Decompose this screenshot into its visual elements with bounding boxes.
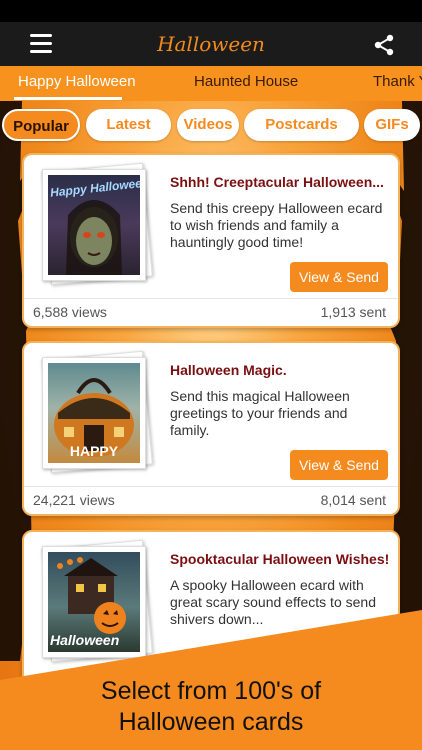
thumb-caption: Halloween bbox=[50, 632, 120, 648]
tab-happy-halloween[interactable]: Happy Halloween bbox=[18, 66, 136, 101]
promo-text: Select from 100's of Halloween cards bbox=[0, 676, 422, 738]
card-title[interactable]: Spooktacular Halloween Wishes! bbox=[170, 551, 394, 567]
filter-pills: Popular Latest Videos Postcards GIFs bbox=[0, 107, 422, 147]
filter-videos[interactable]: Videos bbox=[177, 109, 239, 141]
category-tabs: Happy Halloween Haunted House Thank Y bbox=[0, 66, 422, 101]
card-thumbnail[interactable]: HAPPY bbox=[41, 350, 153, 474]
tab-haunted-house[interactable]: Haunted House bbox=[194, 66, 298, 101]
card-thumbnail[interactable]: Happy Halloween bbox=[41, 162, 153, 286]
sent-count: 8,014 sent bbox=[320, 492, 386, 508]
promo-line-2: Halloween cards bbox=[118, 708, 304, 736]
share-icon[interactable] bbox=[372, 33, 396, 57]
card-description: Send this creepy Halloween ecard to wish… bbox=[170, 200, 383, 250]
ecard-card[interactable]: HAPPY Halloween Magic. Send this magical… bbox=[22, 341, 400, 516]
hamburger-menu-icon[interactable] bbox=[30, 34, 52, 54]
card-thumbnail[interactable]: Halloween bbox=[41, 539, 153, 663]
views-count: 24,221 views bbox=[33, 492, 115, 508]
view-and-send-button[interactable]: View & Send bbox=[290, 450, 388, 480]
card-description: A spooky Halloween ecard with great scar… bbox=[170, 577, 376, 627]
card-title[interactable]: Halloween Magic. bbox=[170, 362, 394, 378]
sent-count: 1,913 sent bbox=[320, 304, 386, 320]
filter-popular[interactable]: Popular bbox=[2, 109, 80, 141]
view-and-send-button[interactable]: View & Send bbox=[290, 262, 388, 292]
card-divider bbox=[24, 298, 398, 299]
card-title[interactable]: Shhh! Creeptacular Halloween... bbox=[170, 174, 394, 190]
filter-latest[interactable]: Latest bbox=[86, 109, 171, 141]
promo-line-1: Select from 100's of bbox=[100, 677, 322, 705]
filter-gifs[interactable]: GIFs bbox=[364, 109, 420, 141]
active-tab-indicator bbox=[14, 97, 122, 100]
app-title: Halloween bbox=[157, 32, 265, 56]
tab-thank-you[interactable]: Thank Y bbox=[373, 66, 422, 101]
status-bar bbox=[0, 0, 422, 22]
card-description: Send this magical Halloween greetings to… bbox=[170, 388, 350, 438]
thumb-caption: HAPPY bbox=[69, 443, 119, 459]
views-count: 6,588 views bbox=[33, 304, 107, 320]
card-divider bbox=[24, 486, 398, 487]
top-bar: Halloween bbox=[0, 22, 422, 66]
ecard-card[interactable]: Happy Halloween Shhh! Creeptacular Hallo… bbox=[22, 153, 400, 328]
filter-postcards[interactable]: Postcards bbox=[244, 109, 359, 141]
